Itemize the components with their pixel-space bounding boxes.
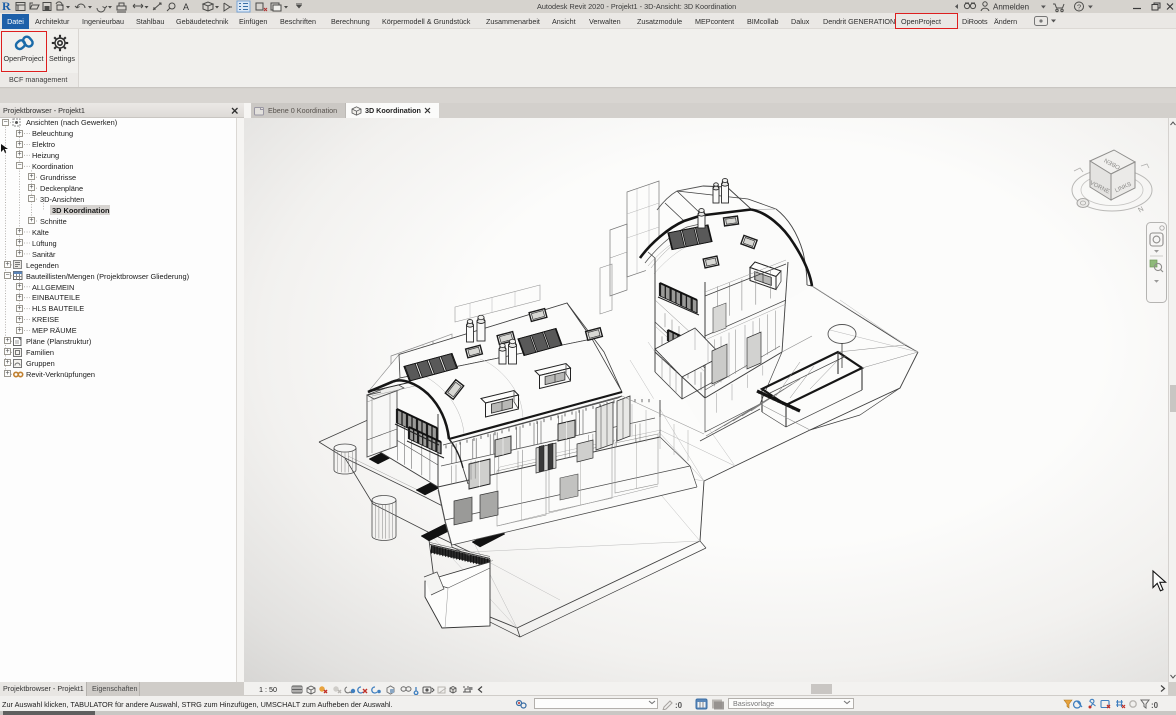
svg-text:N: N: [1137, 206, 1145, 215]
svg-text:Anmelden: Anmelden: [993, 3, 1029, 12]
svg-text:?: ?: [1077, 3, 1081, 12]
svg-text:R: R: [2, 0, 11, 13]
svg-text::0: :0: [1151, 701, 1159, 710]
svg-text::0: :0: [675, 701, 683, 710]
svg-text:A: A: [183, 2, 189, 12]
